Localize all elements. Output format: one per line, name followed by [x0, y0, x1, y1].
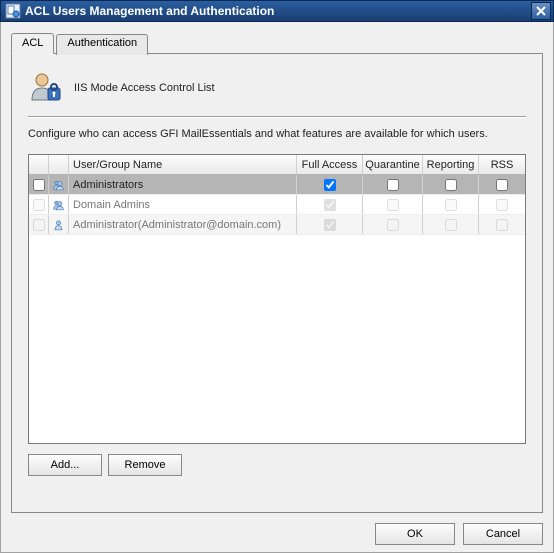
divider [28, 116, 526, 118]
table-body: Administrators Domain Admins [29, 175, 525, 443]
row-rss-cell [479, 195, 525, 214]
close-button[interactable] [531, 2, 551, 20]
row-rss-cell [479, 215, 525, 234]
tab-panel-acl: IIS Mode Access Control List Configure w… [11, 53, 543, 513]
add-button[interactable]: Add... [28, 454, 102, 476]
remove-button-label: Remove [125, 459, 166, 471]
tab-auth-label: Authentication [67, 37, 137, 49]
quarantine-checkbox[interactable] [387, 219, 399, 231]
row-reporting-cell [423, 175, 479, 194]
reporting-checkbox[interactable] [445, 219, 457, 231]
window-title: ACL Users Management and Authentication [25, 4, 531, 18]
rss-checkbox[interactable] [496, 179, 508, 191]
table-row[interactable]: Domain Admins [29, 195, 525, 215]
row-name: Administrator(Administrator@domain.com) [69, 215, 297, 234]
col-reporting[interactable]: Reporting [423, 155, 479, 174]
app-icon [5, 3, 21, 19]
row-flag-checkbox[interactable] [33, 179, 45, 191]
reporting-checkbox[interactable] [445, 199, 457, 211]
row-name: Administrators [69, 175, 297, 194]
client-area: ACL Authentication IIS Mode Access Contr… [0, 22, 554, 553]
row-quarantine-cell [363, 175, 423, 194]
row-full-access-cell [297, 175, 363, 194]
rss-checkbox[interactable] [496, 219, 508, 231]
remove-button[interactable]: Remove [108, 454, 182, 476]
col-full-access[interactable]: Full Access [297, 155, 363, 174]
table-row[interactable]: Administrator(Administrator@domain.com) [29, 215, 525, 235]
row-full-access-cell [297, 215, 363, 234]
row-reporting-cell [423, 215, 479, 234]
ok-button[interactable]: OK [375, 523, 455, 545]
button-row: Add... Remove [28, 454, 526, 476]
cancel-button-label: Cancel [486, 528, 520, 540]
row-flag-checkbox[interactable] [33, 219, 45, 231]
tab-strip: ACL Authentication [11, 32, 543, 53]
col-name[interactable]: User/Group Name [69, 155, 297, 174]
cancel-button[interactable]: Cancel [463, 523, 543, 545]
add-button-label: Add... [51, 459, 80, 471]
quarantine-checkbox[interactable] [387, 179, 399, 191]
row-flag-cell [29, 215, 49, 234]
tab-authentication[interactable]: Authentication [56, 34, 148, 55]
tab-acl-label: ACL [22, 37, 43, 49]
table-row[interactable]: Administrators [29, 175, 525, 195]
row-flag-cell [29, 195, 49, 214]
col-icon [49, 155, 69, 174]
row-name: Domain Admins [69, 195, 297, 214]
row-rss-cell [479, 175, 525, 194]
quarantine-checkbox[interactable] [387, 199, 399, 211]
dialog-footer: OK Cancel [11, 513, 543, 545]
header-row: IIS Mode Access Control List [28, 64, 526, 114]
ok-button-label: OK [407, 528, 423, 540]
row-flag-cell [29, 175, 49, 194]
col-quarantine[interactable]: Quarantine [363, 155, 423, 174]
user-icon [49, 175, 69, 194]
full-access-checkbox[interactable] [324, 179, 336, 191]
acl-header-icon [28, 70, 64, 106]
user-icon [49, 195, 69, 214]
user-icon [49, 215, 69, 234]
tab-acl[interactable]: ACL [11, 33, 54, 54]
acl-table: User/Group Name Full Access Quarantine R… [28, 154, 526, 444]
header-title: IIS Mode Access Control List [74, 82, 215, 94]
row-full-access-cell [297, 195, 363, 214]
row-flag-checkbox[interactable] [33, 199, 45, 211]
header-description: Configure who can access GFI MailEssenti… [28, 128, 526, 140]
row-quarantine-cell [363, 215, 423, 234]
row-quarantine-cell [363, 195, 423, 214]
col-rss[interactable]: RSS [479, 155, 525, 174]
reporting-checkbox[interactable] [445, 179, 457, 191]
title-bar: ACL Users Management and Authentication [0, 0, 554, 22]
full-access-checkbox[interactable] [324, 199, 336, 211]
full-access-checkbox[interactable] [324, 219, 336, 231]
table-header: User/Group Name Full Access Quarantine R… [29, 155, 525, 175]
row-reporting-cell [423, 195, 479, 214]
rss-checkbox[interactable] [496, 199, 508, 211]
col-flag [29, 155, 49, 174]
